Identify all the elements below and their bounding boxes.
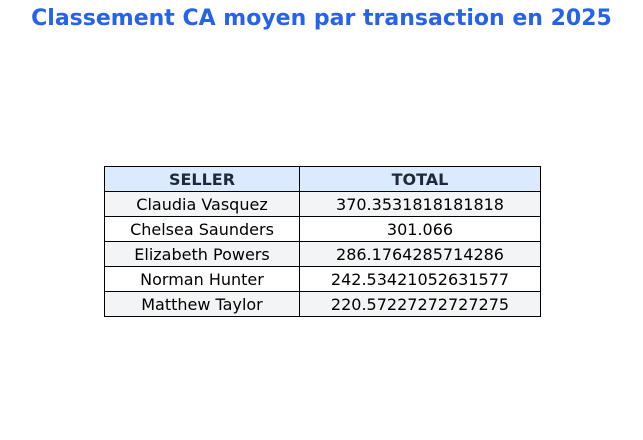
column-header-seller: SELLER [104,166,300,192]
chart-title: Classement CA moyen par transaction en 2… [31,6,612,31]
total-cell: 286.1764285714286 [299,241,541,267]
seller-cell: Norman Hunter [104,266,300,292]
seller-cell: Elizabeth Powers [104,241,300,267]
total-cell: 242.53421052631577 [299,266,541,292]
table-row: Elizabeth Powers 286.1764285714286 [104,241,541,267]
total-cell: 370.3531818181818 [299,191,541,217]
column-header-total: TOTAL [299,166,541,192]
ranking-table: SELLER TOTAL Claudia Vasquez 370.3531818… [104,166,541,317]
table-row: Norman Hunter 242.53421052631577 [104,266,541,292]
table-row: Matthew Taylor 220.57227272727275 [104,291,541,317]
total-cell: 301.066 [299,216,541,242]
seller-cell: Matthew Taylor [104,291,300,317]
seller-cell: Claudia Vasquez [104,191,300,217]
table-row: Claudia Vasquez 370.3531818181818 [104,191,541,217]
seller-cell: Chelsea Saunders [104,216,300,242]
table-header-row: SELLER TOTAL [104,166,541,192]
table-row: Chelsea Saunders 301.066 [104,216,541,242]
total-cell: 220.57227272727275 [299,291,541,317]
